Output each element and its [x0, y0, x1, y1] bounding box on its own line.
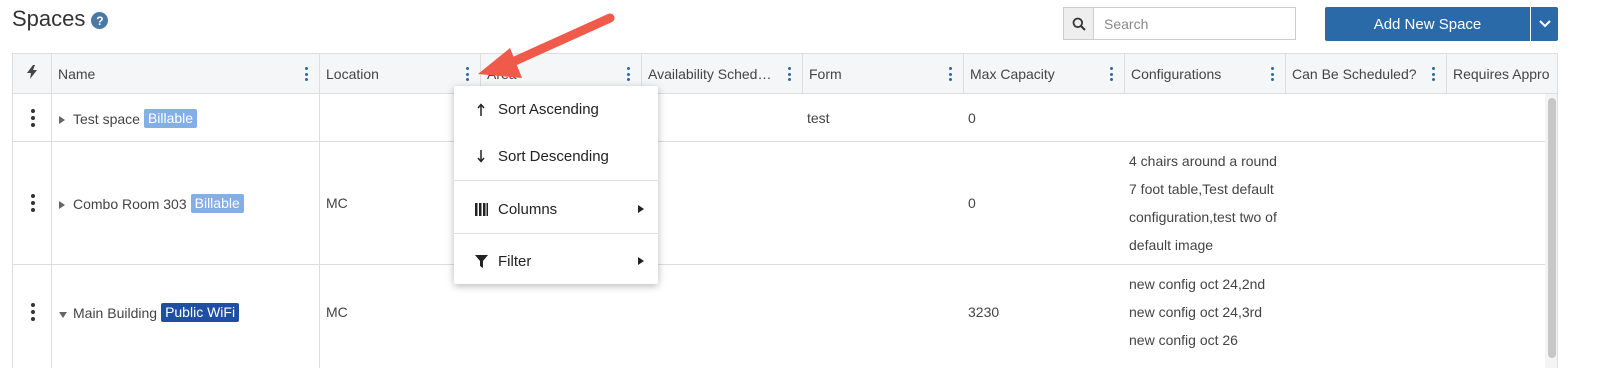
column-header-label: Can Be Scheduled? [1292, 65, 1417, 82]
menu-item-label: Sort Descending [498, 147, 609, 165]
page-title-wrap: Spaces ? [12, 6, 109, 32]
row-actions-icon[interactable] [30, 303, 35, 321]
configuration-line: new config oct 24,3rd [1129, 304, 1263, 320]
column-header-name[interactable]: Name [52, 54, 320, 93]
arrow-down-icon [472, 149, 490, 163]
menu-item-sort-descending[interactable]: Sort Descending [454, 136, 658, 176]
configuration-line: new config oct 26 [1129, 332, 1238, 348]
column-header-label: Form [809, 65, 842, 82]
space-name[interactable]: Test space [73, 111, 140, 127]
status-badge: Public WiFi [161, 303, 240, 322]
column-header-label: Requires Appro [1453, 65, 1550, 82]
table-row[interactable]: Test space Billable test 0 [13, 94, 1545, 142]
column-header-can-be-scheduled[interactable]: Can Be Scheduled? [1286, 54, 1447, 93]
spaces-grid: Name Location Area Availability Sched… F… [12, 53, 1558, 368]
search-input[interactable] [1094, 8, 1295, 39]
max-capacity-cell: 0 [968, 110, 976, 126]
status-badge: Billable [143, 109, 198, 128]
location-cell: MC [326, 304, 348, 320]
name-cell: Combo Room 303 Billable [59, 194, 244, 213]
column-menu-icon[interactable] [465, 67, 469, 81]
chevron-down-icon [1538, 15, 1551, 33]
menu-item-label: Sort Ascending [498, 100, 599, 118]
row-actions-icon[interactable] [30, 109, 35, 127]
column-header-label: Location [326, 65, 379, 82]
column-menu-icon[interactable] [948, 67, 952, 81]
configurations-cell: 4 chairs around a round 7 foot table,Tes… [1129, 147, 1277, 259]
menu-divider [454, 180, 658, 181]
bolt-icon [27, 65, 37, 82]
configuration-line: configuration,test two of [1129, 209, 1277, 225]
configurations-cell: new config oct 24,2nd new config oct 24,… [1129, 270, 1265, 354]
column-header-label: Name [58, 65, 96, 82]
menu-item-sort-ascending[interactable]: Sort Ascending [454, 89, 658, 129]
column-header-requires-approval[interactable]: Requires Appro [1447, 54, 1557, 93]
column-menu-icon[interactable] [304, 67, 308, 81]
configuration-line: new config oct 24,2nd [1129, 276, 1266, 292]
form-cell: test [807, 110, 830, 126]
add-new-space-dropdown-button[interactable] [1531, 7, 1558, 41]
column-header-configurations[interactable]: Configurations [1125, 54, 1286, 93]
scrollbar-thumb[interactable] [1548, 98, 1556, 358]
menu-item-label: Columns [498, 200, 558, 218]
column-menu-icon[interactable] [1270, 67, 1274, 81]
column-header-availability[interactable]: Availability Sched… [642, 54, 803, 93]
configuration-line: default image [1129, 237, 1214, 253]
column-menu-icon[interactable] [1109, 67, 1113, 81]
column-context-menu: Sort Ascending Sort Descending Columns F… [454, 86, 658, 284]
arrow-up-icon [472, 102, 490, 116]
page-title: Spaces [12, 6, 86, 31]
column-header-max-capacity[interactable]: Max Capacity [964, 54, 1125, 93]
max-capacity-cell: 3230 [968, 304, 1000, 320]
submenu-arrow-icon [638, 205, 644, 213]
caret-right-icon[interactable] [59, 196, 65, 212]
question-circle-icon[interactable]: ? [91, 12, 109, 29]
column-header-label: Max Capacity [970, 65, 1055, 82]
name-cell: Main Building Public WiFi [59, 303, 240, 322]
space-name[interactable]: Combo Room 303 [73, 196, 187, 212]
location-cell: MC [326, 195, 348, 211]
search-box [1063, 7, 1296, 40]
columns-icon [472, 202, 490, 216]
menu-item-filter[interactable]: Filter [454, 241, 658, 281]
search-icon[interactable] [1064, 8, 1094, 39]
menu-divider [454, 233, 658, 234]
max-capacity-cell: 0 [968, 195, 976, 211]
vertical-scrollbar[interactable] [1545, 94, 1557, 368]
column-menu-icon[interactable] [787, 67, 791, 81]
table-row[interactable]: Combo Room 303 Billable MC 0 4 chairs ar… [13, 142, 1545, 265]
menu-item-label: Filter [498, 252, 532, 270]
filter-icon [472, 254, 490, 268]
caret-right-icon[interactable] [59, 111, 65, 127]
row-actions-icon[interactable] [30, 194, 35, 212]
menu-item-columns[interactable]: Columns [454, 189, 658, 229]
annotation-arrow-icon [478, 13, 615, 78]
configuration-line: 7 foot table,Test default [1129, 181, 1274, 197]
column-header-form[interactable]: Form [803, 54, 964, 93]
space-name[interactable]: Main Building [73, 305, 157, 321]
column-menu-icon[interactable] [1431, 67, 1435, 81]
name-cell: Test space Billable [59, 109, 198, 128]
submenu-arrow-icon [638, 257, 644, 265]
configuration-line: 4 chairs around a round [1129, 153, 1277, 169]
add-new-space-button[interactable]: Add New Space [1325, 7, 1530, 41]
column-header-actions[interactable] [13, 54, 52, 93]
caret-down-icon[interactable] [59, 305, 67, 321]
grid-header: Name Location Area Availability Sched… F… [13, 54, 1557, 94]
column-header-label: Availability Sched… [648, 65, 772, 82]
status-badge: Billable [190, 194, 244, 213]
table-row[interactable]: Main Building Public WiFi MC 3230 new co… [13, 265, 1545, 368]
column-header-label: Configurations [1131, 65, 1222, 82]
